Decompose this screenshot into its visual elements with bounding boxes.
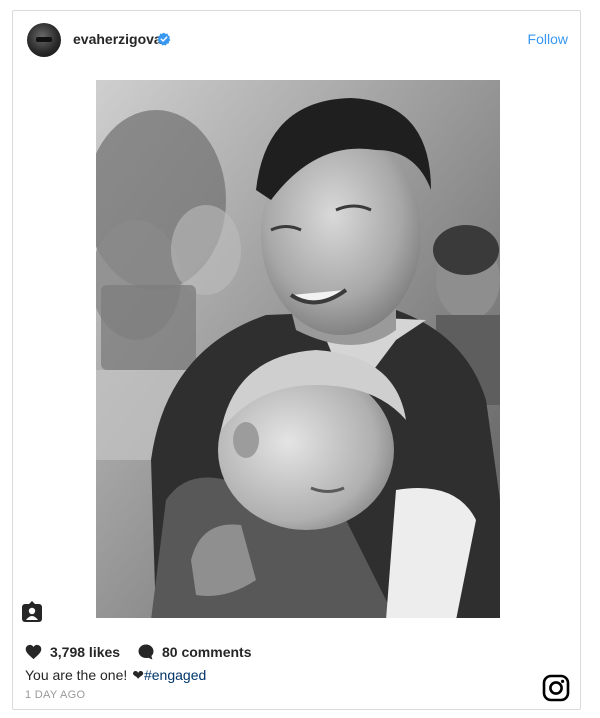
likes-count[interactable]: 3,798 likes xyxy=(50,644,120,660)
comments-count[interactable]: 80 comments xyxy=(162,644,251,660)
hashtag-link[interactable]: #engaged xyxy=(144,667,206,683)
username[interactable]: evaherzigova xyxy=(73,31,162,47)
instagram-logo-icon[interactable] xyxy=(542,674,570,702)
post-actions: 3,798 likes 80 comments xyxy=(25,641,565,663)
caption-text: You are the one! xyxy=(25,667,128,683)
avatar[interactable] xyxy=(27,23,61,57)
instagram-embed-card: evaherzigova Follow 3,798 likes 80 comme… xyxy=(12,10,581,710)
post-caption: You are the one! ❤#engaged xyxy=(25,667,206,684)
comment-bubble-icon[interactable] xyxy=(137,643,155,661)
post-photo[interactable] xyxy=(96,80,500,618)
heart-icon[interactable] xyxy=(25,644,42,660)
verified-badge-icon xyxy=(157,32,171,46)
follow-button[interactable]: Follow xyxy=(528,31,568,47)
post-header: evaherzigova Follow xyxy=(13,11,580,71)
user-tag-icon[interactable] xyxy=(21,601,43,623)
photo-image xyxy=(96,80,500,618)
post-timestamp[interactable]: 1 DAY AGO xyxy=(25,689,85,701)
caption-heart-emoji: ❤ xyxy=(132,667,144,683)
